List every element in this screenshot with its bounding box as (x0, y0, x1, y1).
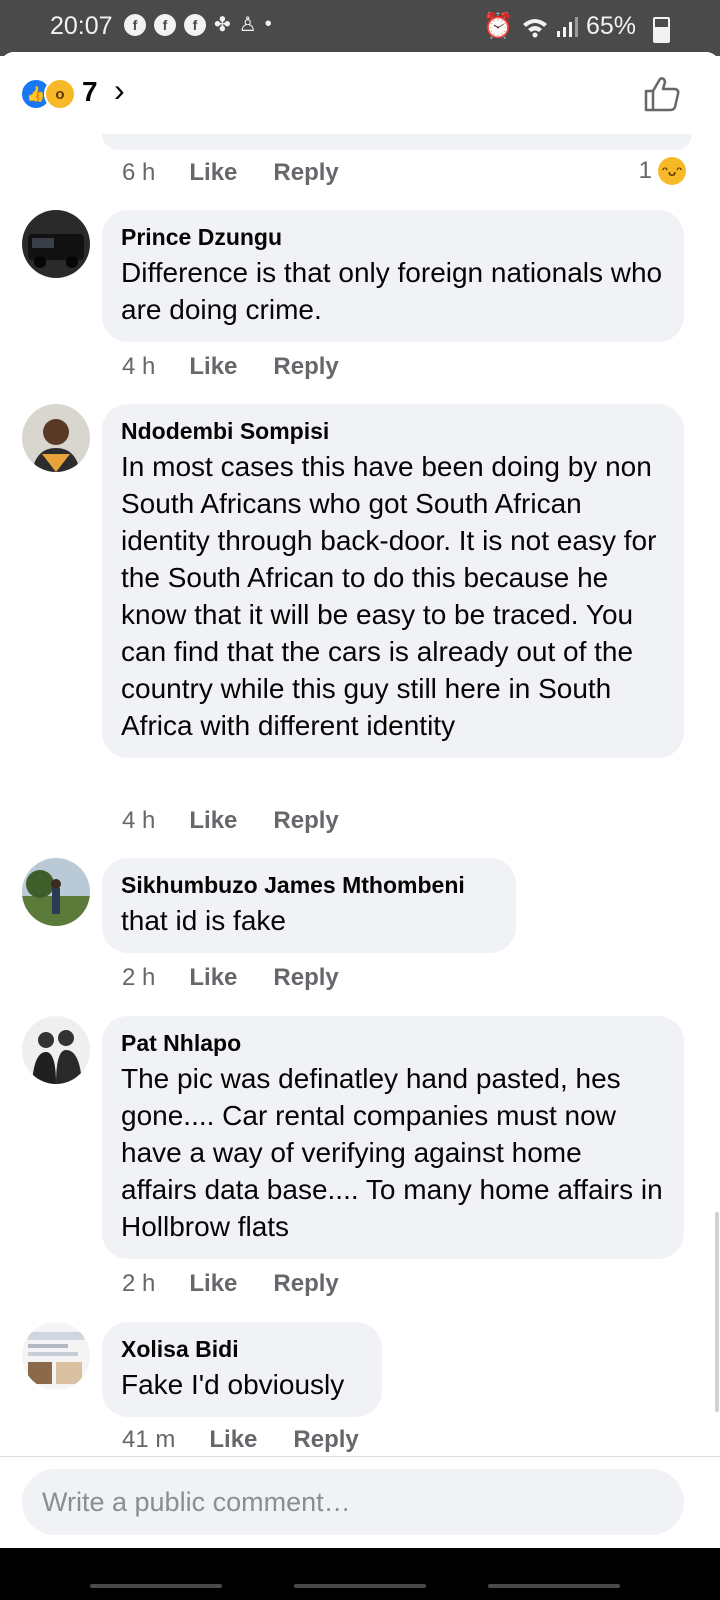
signal-icon (556, 16, 578, 37)
facebook-icon: f (124, 13, 146, 36)
comment-text: that id is fake (121, 905, 286, 936)
avatar[interactable] (22, 210, 90, 278)
comment-reaction-summary[interactable]: 1 ᵔᴗᵔ (639, 157, 686, 185)
comment-time: 2 h (122, 964, 156, 991)
wow-reaction-icon: o (44, 78, 76, 110)
reactions-summary[interactable]: 👍 o (20, 78, 76, 110)
like-button[interactable]: Like (189, 353, 237, 381)
avatar[interactable] (22, 404, 90, 472)
more-notifications-dot: • (264, 13, 272, 35)
comment-actions: 2 h Like Reply (122, 1270, 339, 1298)
comment-bubble[interactable]: Xolisa Bidi Fake I'd obviously (102, 1322, 382, 1417)
comment-text: The pic was definatley hand pasted, hes … (121, 1063, 663, 1242)
nav-home-button[interactable] (294, 1584, 426, 1588)
comment-text: Difference is that only foreign national… (121, 257, 663, 325)
haha-reaction-icon: ᵔᴗᵔ (658, 157, 686, 185)
comment-text: Fake I'd obviously (121, 1369, 345, 1400)
previous-comment-bubble (102, 134, 692, 150)
nav-recents-button[interactable] (90, 1584, 222, 1588)
comment-bubble[interactable]: Prince Dzungu Difference is that only fo… (102, 210, 684, 342)
status-bar: 20:07 f f f ✤ ♙ • ⏰ 65% (0, 0, 720, 56)
avatar[interactable] (22, 858, 90, 926)
comment-bubble[interactable]: Sikhumbuzo James Mthombeni that id is fa… (102, 858, 516, 953)
comment-time: 4 h (122, 807, 156, 834)
notification-icons: f f f ✤ ♙ • (124, 12, 272, 37)
comment-actions: 4 h Like Reply (122, 353, 339, 381)
comment-actions: 41 m Like Reply (122, 1426, 359, 1454)
avatar[interactable] (22, 1016, 90, 1084)
like-button[interactable]: Like (189, 159, 237, 187)
status-right: ⏰ 65% (483, 12, 662, 41)
comment-actions: 4 h Like Reply (122, 807, 339, 835)
reaction-count: 1 (638, 157, 652, 184)
facebook-icon: f (154, 13, 176, 36)
comment-author[interactable]: Pat Nhlapo (121, 1028, 664, 1058)
comment-author[interactable]: Ndodembi Sompisi (121, 416, 664, 446)
chevron-right-icon[interactable]: › (114, 72, 125, 109)
comment-input[interactable]: Write a public comment… (22, 1469, 684, 1535)
comment-bubble[interactable]: Pat Nhlapo The pic was definatley hand p… (102, 1016, 684, 1259)
comment-text: In most cases this have been doing by no… (121, 451, 657, 741)
like-button[interactable]: Like (189, 807, 237, 835)
facebook-icon: f (184, 13, 206, 36)
battery-icon (653, 17, 670, 43)
comment-actions: 2 h Like Reply (122, 964, 339, 992)
battery-percent: 65% (585, 12, 636, 40)
comment-author[interactable]: Prince Dzungu (121, 222, 664, 252)
comment-time: 4 h (122, 353, 156, 380)
app-icon: ♙ (238, 14, 257, 36)
reaction-count[interactable]: 7 (82, 76, 98, 108)
reactions-header: 👍 o 7 › (0, 52, 720, 132)
like-button[interactable]: Like (189, 1270, 237, 1298)
reply-button[interactable]: Reply (273, 964, 338, 992)
comment-bubble[interactable]: Ndodembi Sompisi In most cases this have… (102, 404, 684, 758)
comment-time: 2 h (122, 1270, 156, 1297)
comment-author[interactable]: Sikhumbuzo James Mthombeni (121, 870, 496, 900)
like-button[interactable]: Like (189, 964, 237, 992)
system-nav-bar (0, 1548, 720, 1600)
comment-time: 6 h (122, 159, 156, 186)
reply-button[interactable]: Reply (273, 807, 338, 835)
like-button[interactable]: Like (209, 1426, 257, 1454)
comment-author[interactable]: Xolisa Bidi (121, 1334, 362, 1364)
comments-sheet: 👍 o 7 › 6 h Like Reply 1 ᵔᴗᵔ Prince Dzun… (0, 52, 720, 1600)
like-thumb-icon[interactable] (642, 74, 682, 114)
comment-time: 41 m (122, 1426, 176, 1453)
wifi-icon (522, 18, 547, 37)
reply-button[interactable]: Reply (273, 159, 338, 187)
avatar[interactable] (22, 1322, 90, 1390)
reply-button[interactable]: Reply (273, 1270, 338, 1298)
reply-button[interactable]: Reply (273, 353, 338, 381)
alarm-icon: ⏰ (482, 12, 514, 40)
status-time: 20:07 (50, 12, 113, 40)
scrollbar[interactable] (715, 1212, 719, 1412)
nav-back-button[interactable] (488, 1584, 620, 1588)
comment-actions: 6 h Like Reply (122, 159, 339, 187)
reply-button[interactable]: Reply (293, 1426, 358, 1454)
app-icon: ✤ (214, 14, 231, 36)
